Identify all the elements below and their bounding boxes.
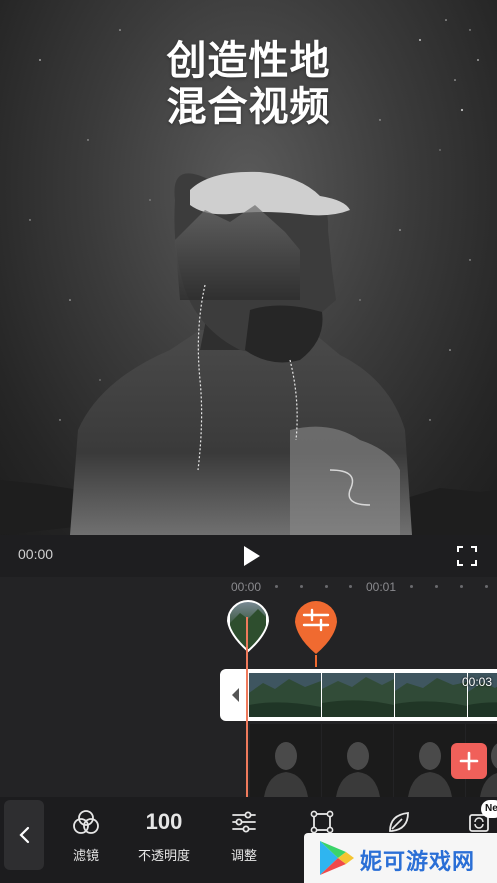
ruler-dot	[275, 585, 278, 588]
play-icon[interactable]	[238, 543, 264, 569]
filter-tool[interactable]: 滤镜	[51, 807, 121, 864]
video-frame	[322, 673, 394, 717]
adjust-label: 调整	[230, 849, 257, 864]
ruler-dot	[349, 585, 352, 588]
adjust-tool[interactable]: 调整	[209, 807, 279, 864]
ruler-dot	[435, 585, 438, 588]
filter-label: 滤镜	[72, 849, 99, 864]
trim-handle-left[interactable]	[224, 673, 246, 717]
ruler-label: 00:01	[366, 580, 397, 594]
video-frames	[249, 673, 497, 717]
overlay-frame	[322, 724, 393, 797]
ruler-dot	[460, 585, 463, 588]
filter-icon	[73, 810, 99, 834]
adjustment-marker-stem	[315, 655, 317, 667]
back-button[interactable]	[4, 800, 44, 870]
new-badge: Ne	[481, 800, 497, 818]
site-watermark: 妮可游戏网	[304, 833, 497, 883]
clip-duration: 00:03	[461, 675, 492, 689]
caret-left-icon	[232, 688, 239, 702]
opacity-value: 100	[145, 809, 183, 834]
opacity-tool[interactable]: 100 不透明度	[129, 807, 199, 864]
video-track[interactable]: 00:03	[220, 669, 497, 721]
video-preview: 创造性地 混合视频	[0, 0, 497, 535]
ruler-dot	[410, 585, 413, 588]
sliders-icon	[232, 811, 256, 833]
ruler-dot	[325, 585, 328, 588]
adjustment-marker-icon[interactable]	[291, 596, 341, 656]
playhead[interactable]	[246, 617, 248, 797]
time-ruler: 00:00 00:01	[0, 577, 497, 597]
ruler-dot	[485, 585, 488, 588]
hero-title-line2: 混合视频	[166, 84, 331, 130]
hero-title-line1: 创造性地	[166, 38, 331, 84]
player-controls: 00:00	[0, 535, 497, 577]
timeline[interactable]: 00:00 00:01 00:03	[0, 577, 497, 797]
plus-icon	[459, 751, 479, 771]
video-frame	[395, 673, 467, 717]
fullscreen-icon[interactable]	[455, 544, 479, 568]
add-clip-button[interactable]	[451, 743, 487, 779]
watermark-text: 妮可游戏网	[360, 850, 476, 875]
overlay-frame	[250, 724, 321, 797]
ruler-dot	[300, 585, 303, 588]
current-time: 00:00	[18, 546, 54, 562]
play-store-logo-icon	[320, 841, 354, 875]
opacity-label: 不透明度	[137, 849, 190, 864]
video-frame	[249, 673, 321, 717]
ruler-label: 00:00	[231, 580, 262, 594]
clip-thumbnail-marker[interactable]	[224, 595, 272, 653]
chevron-left-icon	[19, 826, 30, 844]
